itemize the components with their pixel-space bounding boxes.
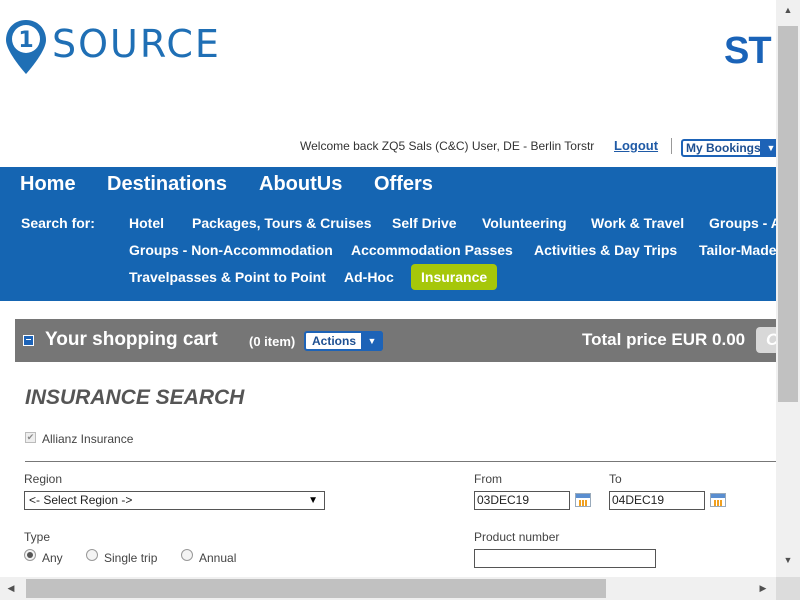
scroll-left-icon[interactable]: ◀: [0, 577, 22, 600]
scroll-up-icon[interactable]: ▲: [776, 0, 800, 20]
to-date-input[interactable]: 04DEC19: [609, 491, 705, 510]
scroll-down-icon[interactable]: ▼: [776, 550, 800, 570]
calendar-icon[interactable]: [710, 493, 726, 507]
nav-destinations[interactable]: Destinations: [107, 173, 227, 196]
page-title: INSURANCE SEARCH: [25, 386, 245, 409]
form-divider: [25, 461, 776, 462]
to-label: To: [609, 472, 622, 486]
type-annual-label: Annual: [199, 551, 237, 565]
type-single-trip-radio[interactable]: [86, 549, 98, 561]
cart-title: Your shopping cart: [45, 329, 218, 350]
subnav-self-drive[interactable]: Self Drive: [392, 215, 457, 231]
subnav-insurance[interactable]: Insurance: [411, 264, 498, 290]
main-navigation: Home Destinations AboutUs Offers Search …: [0, 167, 776, 301]
calendar-icon[interactable]: [575, 493, 591, 507]
shopping-cart-bar: – Your shopping cart (0 item) Actions ▼ …: [15, 319, 776, 362]
subnav-groups-non-accommodation[interactable]: Groups - Non-Accommodation: [129, 242, 333, 258]
subnav-activities-day-trips[interactable]: Activities & Day Trips: [534, 242, 677, 258]
region-select[interactable]: <- Select Region -> ▼: [24, 491, 325, 510]
subnav-ad-hoc[interactable]: Ad-Hoc: [344, 269, 394, 285]
svg-text:1: 1: [18, 28, 33, 53]
type-single-trip-label: Single trip: [104, 551, 158, 565]
collapse-icon[interactable]: –: [23, 335, 34, 346]
horizontal-scrollbar-thumb[interactable]: [26, 579, 606, 598]
chevron-down-icon[interactable]: ▼: [760, 139, 776, 157]
cart-total-price: Total price EUR 0.00: [582, 330, 746, 349]
type-label: Type: [24, 530, 51, 544]
user-bar-divider: [671, 138, 672, 154]
subnav-tailor-made[interactable]: Tailor-Made: [699, 242, 776, 258]
logout-link[interactable]: Logout: [614, 138, 658, 153]
subnav-work-travel[interactable]: Work & Travel: [591, 215, 684, 231]
type-annual-radio[interactable]: [181, 549, 193, 561]
page-viewport: 1 SOURCE ST Welcome back ZQ5 Sals (C&C) …: [0, 0, 776, 577]
subnav-travelpasses[interactable]: Travelpasses & Point to Point: [129, 269, 326, 285]
subnav-volunteering[interactable]: Volunteering: [482, 215, 567, 231]
vertical-scrollbar-thumb[interactable]: [776, 26, 800, 402]
search-for-label: Search for:: [21, 215, 95, 231]
from-label: From: [474, 472, 502, 486]
nav-aboutus[interactable]: AboutUs: [259, 173, 342, 196]
type-any-label: Any: [42, 551, 63, 565]
scroll-right-icon[interactable]: ▶: [752, 577, 774, 600]
subnav-packages-tours-cruises[interactable]: Packages, Tours & Cruises: [192, 215, 371, 231]
welcome-message: Welcome back ZQ5 Sals (C&C) User, DE - B…: [300, 139, 595, 153]
region-label: Region: [24, 472, 63, 486]
allianz-checkbox[interactable]: ✔: [25, 432, 36, 443]
subnav-hotel[interactable]: Hotel: [129, 215, 164, 231]
dropdown-arrow-icon: ▼: [308, 495, 318, 506]
cart-item-count: (0 item): [249, 334, 296, 349]
partner-logo[interactable]: ST: [724, 30, 772, 73]
scrollbar-corner: [776, 577, 800, 600]
product-number-label: Product number: [474, 530, 560, 544]
chevron-down-icon[interactable]: ▼: [361, 331, 383, 351]
type-any-radio[interactable]: [24, 549, 36, 561]
subnav-accommodation-passes[interactable]: Accommodation Passes: [351, 242, 513, 258]
cart-checkout-button[interactable]: C: [756, 327, 776, 353]
from-date-input[interactable]: 03DEC19: [474, 491, 570, 510]
logo-text: SOURCE: [52, 22, 221, 66]
product-number-input[interactable]: [474, 549, 656, 568]
subnav-groups-accommodation[interactable]: Groups - A: [709, 215, 776, 231]
region-select-value: <- Select Region ->: [29, 493, 133, 507]
nav-home[interactable]: Home: [20, 173, 76, 196]
nav-offers[interactable]: Offers: [374, 173, 433, 196]
allianz-checkbox-label: Allianz Insurance: [42, 432, 134, 446]
